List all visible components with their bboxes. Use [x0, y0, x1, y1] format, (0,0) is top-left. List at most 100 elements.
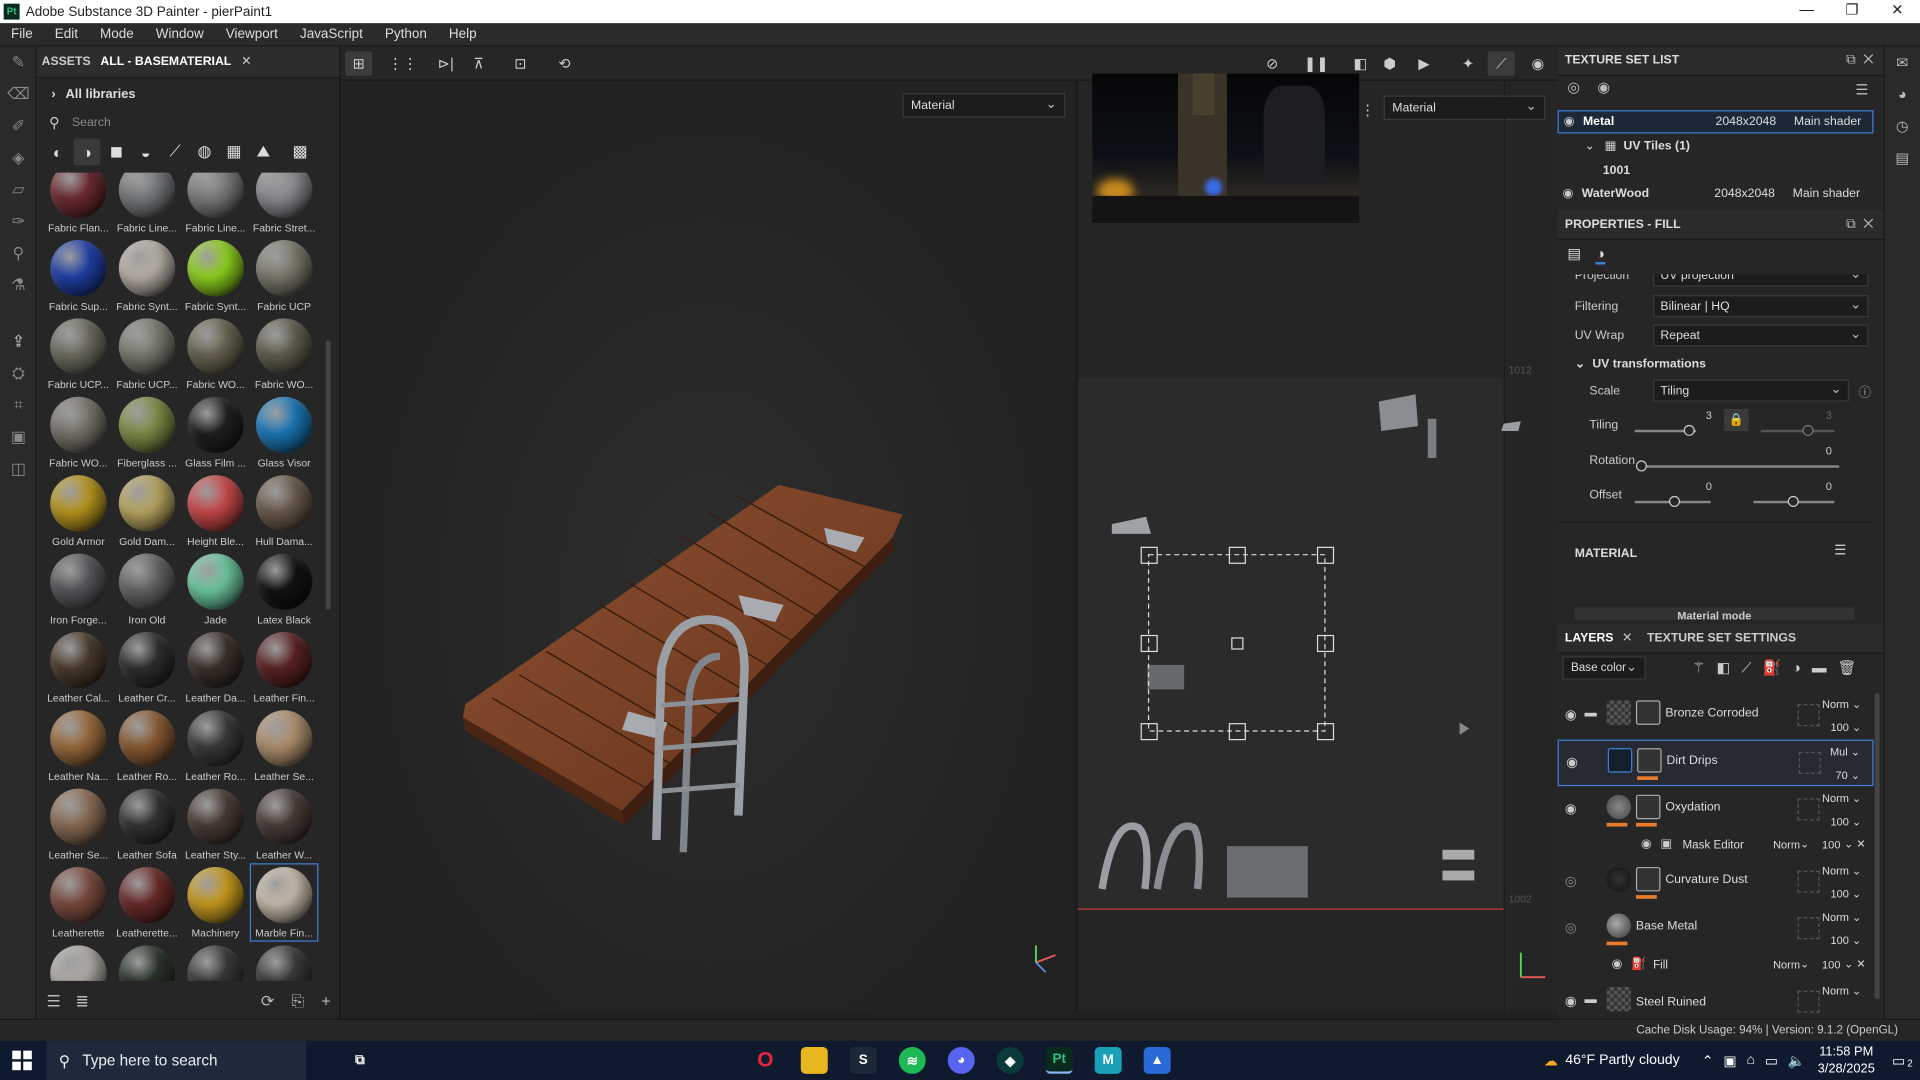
layer-bronze-corroded[interactable]: ◉ ▬ Bronze Corroded Norm ⌄ 100 ⌄: [1558, 693, 1874, 740]
layer-steel-ruined[interactable]: ◉ ▬ Steel Ruined Norm ⌄: [1558, 980, 1874, 1019]
task-view-icon[interactable]: ⧉: [347, 1047, 374, 1074]
uvwrap-dropdown[interactable]: Repeat: [1653, 324, 1869, 347]
material-thumbnail[interactable]: Fabric WO...: [250, 315, 319, 393]
blend-mode[interactable]: Norm: [1822, 792, 1849, 804]
material-thumbnail[interactable]: Glass Visor: [250, 393, 319, 471]
visibility-eye-icon[interactable]: ◉: [1641, 838, 1652, 851]
visibility-eye-icon[interactable]: ◉: [1565, 993, 1577, 1009]
filter-all-icon[interactable]: ▩: [287, 138, 314, 165]
filter-materials-icon[interactable]: ◐: [44, 138, 71, 165]
material-thumbnail[interactable]: Marble Fin...: [249, 863, 319, 942]
projection-dropdown[interactable]: UV projection: [1653, 274, 1869, 287]
filter-environments-icon[interactable]: ⛰: [250, 138, 277, 165]
material-thumbnail[interactable]: Leather Ro...: [113, 707, 182, 785]
render-icon[interactable]: ✦: [1455, 51, 1482, 75]
blend-mode[interactable]: Norm: [1773, 959, 1800, 971]
material-thumbnail[interactable]: Fabric UCP...: [44, 315, 113, 393]
search-input[interactable]: Search: [72, 116, 111, 129]
app-icon[interactable]: ◆: [996, 1046, 1024, 1074]
close-layers-icon[interactable]: ✕: [1622, 632, 1632, 645]
filter-masks-icon[interactable]: ◼: [103, 138, 130, 165]
list-view-icon[interactable]: ☰: [47, 992, 61, 1012]
windows-start-icon[interactable]: [12, 1050, 32, 1071]
material-thumbnail[interactable]: Fabric Stret...: [250, 172, 319, 237]
layers-channel-dropdown[interactable]: Base color: [1562, 656, 1646, 680]
menu-viewport[interactable]: Viewport: [215, 27, 289, 42]
layers-scrollbar[interactable]: [1874, 693, 1880, 1000]
material-thumbnail[interactable]: Leather Da...: [181, 628, 250, 706]
material-thumbnail[interactable]: Fabric WO...: [181, 315, 250, 393]
add-smart-material-icon[interactable]: ◑: [1792, 659, 1801, 677]
clone-icon[interactable]: ⚲: [0, 238, 37, 270]
scale-dropdown[interactable]: Tiling: [1653, 379, 1849, 402]
import-icon[interactable]: ⎘: [291, 992, 304, 1012]
material-thumbnail[interactable]: Iron Old: [113, 550, 182, 628]
material-thumbnail[interactable]: Latex Black: [250, 550, 319, 628]
filter-smart-materials-icon[interactable]: ◑: [73, 138, 101, 166]
refresh-icon[interactable]: ⟳: [261, 992, 274, 1012]
material-thumbnail[interactable]: Fabric UCP...: [113, 315, 182, 393]
eraser-icon[interactable]: ⌫: [0, 78, 37, 110]
minimize-icon[interactable]: —: [1784, 0, 1829, 23]
maya-icon[interactable]: M: [1094, 1046, 1122, 1074]
viewport-3d[interactable]: Material: [340, 80, 1076, 1012]
material-thumbnail[interactable]: [113, 942, 182, 981]
filtering-dropdown[interactable]: Bilinear | HQ: [1653, 295, 1869, 318]
fill-settings-icon[interactable]: ▤: [1567, 245, 1581, 265]
3d-view-icon[interactable]: ⬢: [1376, 51, 1403, 75]
tsl-menu-icon[interactable]: ☰: [1855, 81, 1868, 98]
screenshot-icon[interactable]: ◉: [1525, 51, 1552, 75]
material-thumbnail[interactable]: [250, 942, 319, 981]
material-thumbnail[interactable]: Fabric Flan...: [44, 172, 113, 237]
opacity-value[interactable]: 100: [1831, 934, 1849, 946]
blend-mode[interactable]: Norm: [1822, 911, 1849, 923]
measure-icon[interactable]: ⌗: [0, 389, 37, 421]
offset-x-knob[interactable]: [1668, 495, 1681, 507]
add-fill-layer-icon[interactable]: ⛽: [1763, 659, 1781, 677]
filter-brushes-icon[interactable]: ⟋: [162, 138, 189, 165]
export-icon[interactable]: ⇪: [0, 326, 37, 358]
opera-icon[interactable]: O: [752, 1047, 779, 1074]
material-thumbnail[interactable]: Leather Na...: [44, 707, 113, 785]
uv-grid-icon[interactable]: ⊞: [345, 51, 373, 76]
material-thumbnail[interactable]: Leather Se...: [44, 785, 113, 863]
shader-settings-icon[interactable]: ◫: [0, 453, 37, 485]
substance-painter-icon[interactable]: Pt: [1045, 1046, 1073, 1074]
material-thumbnail[interactable]: Leather Sofa: [113, 785, 182, 863]
visibility-eye-icon[interactable]: ◉: [1564, 115, 1575, 128]
material-thumbnail[interactable]: Iron Forge...: [44, 550, 113, 628]
visibility-eye-icon[interactable]: ◉: [1565, 707, 1577, 723]
blend-mode[interactable]: Norm: [1822, 864, 1849, 876]
material-thumbnail[interactable]: Leather W...: [250, 785, 319, 863]
material-thumbnail[interactable]: Hull Dama...: [250, 471, 319, 549]
tiling-slider-2-knob[interactable]: [1802, 424, 1814, 436]
network-icon[interactable]: ⌂: [1746, 1053, 1755, 1068]
display-settings-icon[interactable]: ▣: [0, 421, 37, 453]
panel-controls-icon[interactable]: ⧉ ✕: [1846, 217, 1873, 233]
effect-fill[interactable]: ◉ ⛽ Fill Norm ⌄ 100 ⌄ ✕: [1558, 954, 1874, 978]
projection-icon[interactable]: ✐: [0, 110, 37, 142]
menu-help[interactable]: Help: [438, 27, 488, 42]
material-thumbnail[interactable]: Fabric WO...: [44, 393, 113, 471]
add-paint-layer-icon[interactable]: ⟋: [1741, 659, 1751, 677]
opacity-value[interactable]: 100: [1831, 816, 1849, 828]
material-thumbnail[interactable]: Jade: [181, 550, 250, 628]
message-icon[interactable]: ✉: [1885, 47, 1920, 79]
rotation-slider-knob[interactable]: [1635, 460, 1647, 472]
add-folder-icon[interactable]: ▬: [1812, 659, 1827, 677]
file-explorer-icon[interactable]: [800, 1046, 828, 1074]
paint-brush-icon[interactable]: ✎: [0, 47, 37, 79]
symmetry-icon[interactable]: ⊳|: [432, 51, 459, 75]
opacity-value[interactable]: 100: [1822, 959, 1840, 971]
material-thumbnail[interactable]: Leather Se...: [250, 707, 319, 785]
material-thumbnail[interactable]: Gold Dam...: [113, 471, 182, 549]
taskbar-search-input[interactable]: Type here to search: [82, 1052, 217, 1069]
tab-texture-set-settings[interactable]: TEXTURE SET SETTINGS: [1647, 632, 1796, 645]
material-thumbnail[interactable]: Leatherette: [44, 863, 113, 941]
material-thumbnail[interactable]: Leatherette...: [113, 863, 182, 941]
opacity-value[interactable]: 70: [1835, 769, 1847, 781]
blend-mode[interactable]: Norm: [1822, 984, 1849, 996]
uv-transformations-group[interactable]: ⌄ UV transformations: [1575, 350, 1869, 377]
bake-icon[interactable]: ⛭: [0, 358, 37, 390]
volume-icon[interactable]: 🔈: [1788, 1052, 1806, 1069]
